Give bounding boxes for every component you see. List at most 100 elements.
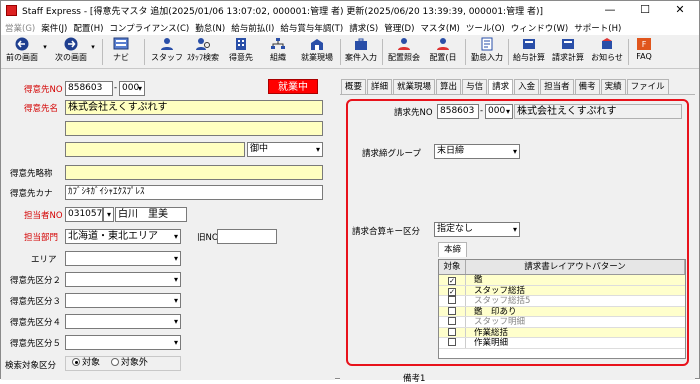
menu-item[interactable]: 配置(H): [73, 22, 103, 34]
row-checkbox[interactable]: [439, 338, 466, 348]
tab-10[interactable]: ファイル: [626, 79, 669, 94]
client-branch-select[interactable]: 000: [119, 81, 145, 96]
placement-day-button[interactable]: 配置(日: [425, 36, 461, 68]
placement-inquiry-button[interactable]: 配置照会: [385, 36, 423, 68]
prev-screen-button[interactable]: 前の画面: [5, 36, 39, 68]
maximize-button[interactable]: ☐: [628, 1, 662, 20]
checkbox[interactable]: [448, 317, 456, 325]
menu-item[interactable]: 勤怠(N): [195, 22, 225, 34]
menu-item[interactable]: ウィンドウ(W): [511, 22, 569, 34]
row-checkbox[interactable]: [439, 296, 466, 306]
checkbox[interactable]: [448, 296, 456, 304]
table-row[interactable]: スタッフ明細: [439, 317, 685, 328]
tab-7[interactable]: 担当者: [540, 79, 574, 94]
minimize-button[interactable]: —: [593, 1, 627, 20]
table-row[interactable]: ✓ スタッフ総括: [439, 285, 685, 296]
bill-to-no-label: 請求先NO: [394, 108, 433, 118]
dept-select[interactable]: 北海道・東北エリア: [65, 229, 181, 244]
kana-field[interactable]: ｶﾌﾞｼｷｶﾞｲｼｬｴｸｽﾌﾟﾚｽ: [65, 185, 323, 200]
class5-select[interactable]: [65, 335, 181, 350]
checkbox[interactable]: [448, 306, 456, 315]
tab-main-close[interactable]: 本締: [438, 242, 468, 257]
class3-select[interactable]: [65, 293, 181, 308]
billing-calc-button[interactable]: 請求計算: [549, 36, 587, 68]
menu-item[interactable]: 給与前払(I): [231, 22, 274, 34]
arrow-right-icon: [64, 37, 78, 51]
client-name-field[interactable]: 株式会社えくすぷれす: [65, 100, 323, 115]
faq-icon: F: [637, 38, 651, 50]
tab-0[interactable]: 概要: [341, 79, 367, 94]
attendance-entry-button[interactable]: 勤怠入力: [469, 36, 505, 68]
honorific-select[interactable]: 御中: [247, 142, 323, 157]
row-checkbox[interactable]: ✓: [439, 275, 466, 285]
table-row[interactable]: ✓ 鑑: [439, 275, 685, 286]
invoice-layout-grid: 対象 請求書レイアウトパターン ✓ 鑑 ✓ スタッフ総括 スタッフ総括5 鑑 印あり スタッ…: [438, 259, 686, 359]
menu-item[interactable]: 請求(S): [349, 22, 378, 34]
work-site-button[interactable]: 就業現場: [297, 36, 337, 68]
area-label: エリア: [31, 255, 57, 265]
tab-3[interactable]: 算出: [436, 79, 462, 94]
staff-no-dropdown[interactable]: [103, 207, 114, 222]
menu-item[interactable]: 営業(G): [5, 22, 35, 34]
status-badge: 就業中: [268, 79, 318, 94]
radio-excluded[interactable]: 対象外: [110, 358, 148, 368]
table-row[interactable]: スタッフ総括5: [439, 296, 685, 307]
row-checkbox[interactable]: [439, 327, 466, 337]
row-layout-name: 鑑: [474, 275, 483, 285]
tab-6[interactable]: 入金: [514, 79, 540, 94]
nav-button[interactable]: ナビ: [108, 36, 134, 68]
radio-target[interactable]: 対象: [72, 358, 100, 368]
client-button[interactable]: 得意先: [225, 36, 257, 68]
tab-8[interactable]: 備考: [574, 79, 600, 94]
person-icon: [161, 38, 173, 50]
client-name3-field[interactable]: [65, 142, 245, 157]
class3-label: 得意先区分３: [10, 297, 62, 307]
client-name2-field[interactable]: [65, 121, 323, 136]
row-checkbox[interactable]: [439, 306, 466, 316]
payroll-calc-button[interactable]: 給与計算: [511, 36, 547, 68]
bill-to-branch-select[interactable]: 000: [485, 104, 513, 119]
row-checkbox[interactable]: ✓: [439, 285, 466, 296]
checkbox[interactable]: ✓: [448, 277, 456, 285]
note1-label: 備考1: [403, 374, 426, 384]
billing-group-select[interactable]: 末日締: [434, 144, 520, 159]
menu-item[interactable]: ツール(O): [466, 22, 505, 34]
menu-item[interactable]: サポート(H): [574, 22, 621, 34]
org-button[interactable]: 組織: [265, 36, 291, 68]
table-row[interactable]: 作業明細: [439, 338, 685, 349]
tab-5[interactable]: 請求: [488, 79, 514, 95]
faq-button[interactable]: F FAQ: [633, 36, 655, 68]
menu-item[interactable]: マスタ(M): [420, 22, 459, 34]
tab-9[interactable]: 実績: [600, 79, 626, 94]
menu-item[interactable]: 案件(J): [41, 22, 67, 34]
row-checkbox[interactable]: [439, 317, 466, 327]
class4-select[interactable]: [65, 314, 181, 329]
checkbox[interactable]: [448, 338, 456, 346]
case-entry-button[interactable]: 案件入力: [343, 36, 379, 68]
menu-item[interactable]: 給与賞与年調(T): [280, 22, 343, 34]
checkbox[interactable]: [448, 327, 456, 336]
class2-select[interactable]: [65, 272, 181, 287]
menu-item[interactable]: コンプライアンス(C): [109, 22, 189, 34]
table-row[interactable]: 鑑 印あり: [439, 306, 685, 317]
area-select[interactable]: [65, 251, 181, 266]
tab-4[interactable]: 与信: [462, 79, 488, 94]
notice-button[interactable]: お知らせ: [589, 36, 625, 68]
bill-to-no-field[interactable]: 858603: [437, 104, 479, 119]
staff-no-field[interactable]: 031057: [65, 207, 103, 222]
old-no-label: 旧NO: [197, 233, 219, 243]
staff-button[interactable]: スタッフ: [151, 36, 183, 68]
staff-search-button[interactable]: ｽﾀｯﾌ検索: [185, 36, 221, 68]
next-screen-button[interactable]: 次の画面: [51, 36, 91, 68]
tab-1[interactable]: 詳細: [367, 79, 393, 94]
checkbox[interactable]: ✓: [448, 287, 456, 296]
table-row[interactable]: 作業総括: [439, 327, 685, 338]
short-name-field[interactable]: [65, 165, 323, 180]
menu-item[interactable]: 管理(D): [384, 22, 414, 34]
class5-label: 得意先区分５: [10, 339, 62, 349]
client-no-field[interactable]: 858603: [65, 81, 113, 96]
old-no-field[interactable]: [217, 229, 277, 244]
close-button[interactable]: ✕: [663, 1, 697, 20]
tab-2[interactable]: 就業現場: [393, 79, 436, 94]
combine-key-select[interactable]: 指定なし: [434, 222, 520, 237]
